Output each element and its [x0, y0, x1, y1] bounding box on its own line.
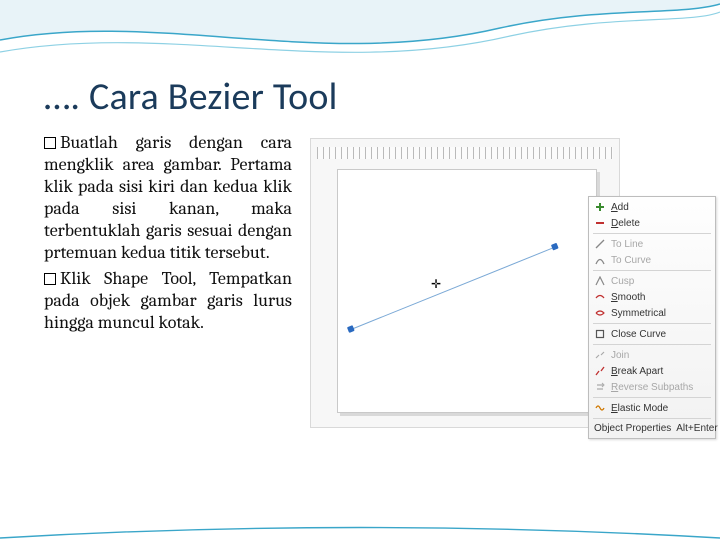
menu-item-label: To Curve [611, 255, 651, 266]
elastic-icon [594, 402, 606, 414]
paragraph-1: Buatlah garis dengan cara mengklik area … [44, 132, 292, 263]
menu-item-smooth[interactable]: Smooth [589, 289, 715, 305]
page-sheet [337, 169, 597, 413]
cusp-icon [594, 275, 606, 287]
menu-item-label: Join [611, 350, 629, 361]
bullet-icon [44, 273, 56, 285]
paragraph-2: Klik Shape Tool, Tempatkan pada objek ga… [44, 268, 292, 333]
close-icon [594, 328, 606, 340]
menu-item-break-apart[interactable]: Break Apart [589, 363, 715, 379]
menu-item-label: Object Properties [594, 423, 671, 434]
menu-item-label: Delete [611, 218, 640, 229]
menu-item-join: Join [589, 347, 715, 363]
menu-item-to-line: To Line [589, 236, 715, 252]
tocurve-icon [594, 254, 606, 266]
menu-separator [593, 270, 711, 271]
ruler-horizontal [317, 147, 613, 159]
body-text: Buatlah garis dengan cara mengklik area … [44, 132, 292, 338]
bullet-icon [44, 137, 56, 149]
menu-item-label: Add [611, 202, 629, 213]
menu-item-label: Cusp [611, 276, 634, 287]
menu-item-label: Symmetrical [611, 308, 666, 319]
menu-item-elastic-mode[interactable]: Elastic Mode [589, 400, 715, 416]
menu-separator [593, 418, 711, 419]
menu-item-reverse-subpaths: Reverse Subpaths [589, 379, 715, 395]
decorative-wave-bottom [0, 520, 720, 540]
menu-item-cusp: Cusp [589, 273, 715, 289]
menu-item-add[interactable]: Add [589, 199, 715, 215]
cursor-crosshair: ✛ [431, 277, 441, 291]
menu-separator [593, 323, 711, 324]
menu-item-label: Smooth [611, 292, 645, 303]
toline-icon [594, 238, 606, 250]
menu-item-label: Close Curve [611, 329, 666, 340]
join-icon [594, 349, 606, 361]
menu-separator [593, 233, 711, 234]
break-icon [594, 365, 606, 377]
menu-item-symmetrical[interactable]: Symmetrical [589, 305, 715, 321]
menu-item-label: Break Apart [611, 366, 663, 377]
menu-item-to-curve: To Curve [589, 252, 715, 268]
menu-item-shortcut: Alt+Enter [676, 423, 717, 434]
menu-item-object-properties[interactable]: Object Properties Alt+Enter [589, 421, 715, 436]
smooth-icon [594, 291, 606, 303]
symmetrical-icon [594, 307, 606, 319]
drawing-canvas: ✛ [310, 138, 620, 428]
context-menu[interactable]: Add Delete To Line To Curve Cusp Smooth Symmet… [588, 196, 716, 439]
reverse-icon [594, 381, 606, 393]
menu-item-label: To Line [611, 239, 643, 250]
plus-icon [594, 201, 606, 213]
menu-item-label: Reverse Subpaths [611, 382, 693, 393]
menu-item-label: Elastic Mode [611, 403, 668, 414]
menu-item-delete[interactable]: Delete [589, 215, 715, 231]
minus-icon [594, 217, 606, 229]
menu-item-close-curve[interactable]: Close Curve [589, 326, 715, 342]
menu-separator [593, 344, 711, 345]
menu-separator [593, 397, 711, 398]
screenshot-figure: ✛ Add Delete To Line To Curve Cusp Smooth Symm… [310, 132, 676, 452]
slide-title: …. Cara Bezier Tool [44, 74, 676, 120]
